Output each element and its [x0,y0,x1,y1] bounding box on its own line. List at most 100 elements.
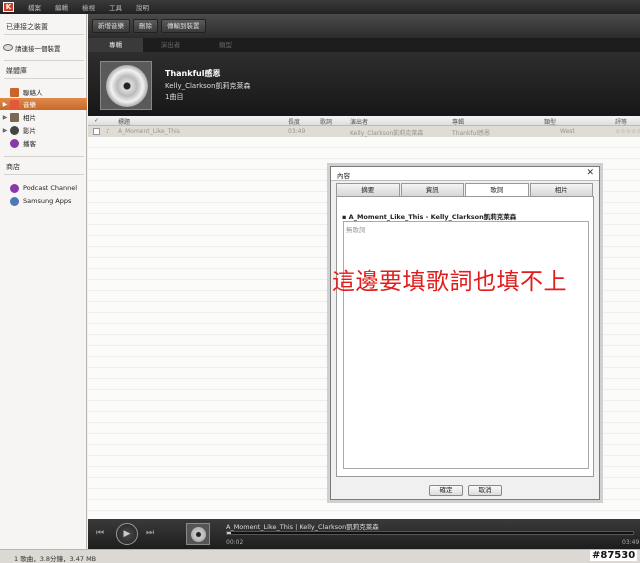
divider [4,60,84,61]
sidebar-item-videos[interactable]: ▶ 影片 [0,124,87,136]
sidebar-item-label: 影片 [23,127,36,135]
column-title[interactable]: 標題 [118,117,130,126]
divider [4,156,84,157]
current-time: 00:02 [226,539,244,546]
transfer-to-device-button[interactable]: 傳輸到裝置 [161,19,206,33]
tab-album[interactable]: 專輯 [88,38,143,52]
podcast-icon [10,138,19,148]
row-rating-stars[interactable]: ☆☆☆☆☆ [615,128,640,135]
track-table-header: ✓ 標題 長度 歌詞 演出者 專輯 類型 評等 [88,116,640,126]
menu-bar: K 檔案 編輯 檢視 工具 說明 [0,0,640,14]
column-album[interactable]: 專輯 [452,117,464,126]
menu-file[interactable]: 檔案 [28,2,41,12]
previous-icon[interactable]: ⏮ [96,528,104,538]
sidebar-item-photos[interactable]: ▶ 相片 [0,111,87,123]
sidebar-item-label: Podcast Channel [23,184,78,192]
progress-bar[interactable] [226,531,634,535]
lyrics-song-title: ▪ A_Moment_Like_This - Kelly_Clarkson凱莉克… [342,213,517,221]
now-playing-cover [186,523,210,545]
library-header: 媒體庫 [6,67,27,75]
album-title: Thankful感恩 [165,69,221,78]
toolbar: 新增音樂 刪除 傳輸到裝置 [88,14,640,38]
track-music-icon: ♪ [106,128,110,135]
next-icon[interactable]: ⏭ [146,528,154,538]
row-artist: Kelly_Clarkson凱莉克萊森 [350,130,424,137]
sidebar-item-music[interactable]: ▶ 音樂 [0,98,87,110]
menu-help[interactable]: 說明 [136,2,149,12]
connect-device-label: 請連接一個裝置 [15,45,61,53]
column-rating[interactable]: 評等 [615,117,627,126]
album-header: Thankful感恩 Kelly_Clarkson凱莉克萊森 1曲目 [88,52,640,116]
sidebar-item-label: 聯絡人 [23,89,43,97]
dialog-title: 內容 [337,172,350,180]
expand-arrow-icon[interactable]: ▶ [0,101,10,108]
connect-device-item[interactable]: 請連接一個裝置 [0,42,87,54]
store-header: 商店 [6,163,20,171]
cd-icon [190,527,206,542]
select-all-checkbox-icon[interactable]: ✓ [94,117,99,124]
cancel-button[interactable]: 取消 [468,485,502,496]
status-text: 1 歌曲，3.8分鐘，3.47 MB [14,555,97,563]
sidebar-item-label: 音樂 [23,101,36,109]
row-length: 03:49 [288,128,306,135]
column-genre[interactable]: 類型 [544,117,556,126]
sidebar: 已連接之裝置 請連接一個裝置 媒體庫 聯絡人 ▶ 音樂 ▶ 相片 ▶ 影片 播客… [0,14,87,549]
samsung-apps-icon [10,196,19,206]
connected-devices-header: 已連接之裝置 [6,23,48,31]
delete-button[interactable]: 刪除 [133,19,158,33]
album-cover [100,61,152,110]
menu-tools[interactable]: 工具 [109,2,122,12]
row-genre: West [560,128,575,135]
table-row[interactable]: ♪ A_Moment_Like_This 03:49 Kelly_Clarkso… [88,126,640,137]
tab-lyrics[interactable]: 歌詞 [465,183,529,196]
cd-icon [106,65,148,107]
annotation-text: 這邊要填歌詞也填不上 [332,269,567,295]
column-lyrics[interactable]: 歌詞 [320,117,332,126]
player-bar: ⏮ ▶ ⏭ A_Moment_Like_This | Kelly_Clarkso… [88,519,640,549]
divider [4,34,84,35]
app-logo-icon: K [3,2,14,12]
add-music-button[interactable]: 新增音樂 [92,19,130,33]
row-checkbox[interactable] [93,128,100,135]
sidebar-item-contacts[interactable]: 聯絡人 [0,86,87,98]
tab-info[interactable]: 資訊 [400,183,464,196]
tab-photos[interactable]: 相片 [529,183,593,196]
dialog-tabs: 摘要 資訊 歌詞 相片 [336,183,594,196]
play-button[interactable]: ▶ [116,523,138,545]
device-icon [0,43,13,53]
lyrics-textarea[interactable] [343,221,589,469]
total-time: 03:49 [622,539,640,546]
sidebar-item-podcasts[interactable]: 播客 [0,137,87,149]
dialog-body: ▪ A_Moment_Like_This - Kelly_Clarkson凱莉克… [336,196,594,477]
tab-genre[interactable]: 類型 [198,38,253,52]
sidebar-item-label: 相片 [23,114,36,122]
divider [4,78,84,79]
sidebar-item-podcast-channel[interactable]: Podcast Channel [0,182,87,194]
menu-edit[interactable]: 編輯 [55,2,68,12]
sidebar-item-samsung-apps[interactable]: Samsung Apps [0,195,87,207]
row-album: Thankful感恩 [452,130,491,137]
view-tabs: 專輯 演出者 類型 [88,38,640,52]
column-artist[interactable]: 演出者 [350,117,368,126]
sidebar-item-label: 播客 [23,140,36,148]
now-playing-text: A_Moment_Like_This | Kelly_Clarkson凱莉克萊森 [226,523,379,531]
watermark: #87530 [590,550,638,561]
tab-summary[interactable]: 摘要 [336,183,400,196]
music-icon [10,99,19,109]
status-bar: 1 歌曲，3.8分鐘，3.47 MB #87530 [0,549,640,563]
close-icon[interactable]: ✕ [586,168,594,178]
menu-view[interactable]: 檢視 [82,2,95,12]
divider [4,174,84,175]
sidebar-item-label: Samsung Apps [23,197,72,205]
album-artist: Kelly_Clarkson凱莉克萊森 [165,82,251,90]
properties-dialog: 內容 ✕ 摘要 資訊 歌詞 相片 ▪ A_Moment_Like_This - … [330,166,600,500]
dialog-title-bar: 內容 ✕ [331,167,599,181]
expand-arrow-icon[interactable]: ▶ [0,127,10,134]
tab-artist[interactable]: 演出者 [143,38,198,52]
progress-fill [227,532,232,534]
ok-button[interactable]: 確定 [429,485,463,496]
contacts-icon [10,87,19,97]
expand-arrow-icon[interactable]: ▶ [0,114,10,121]
column-length[interactable]: 長度 [288,117,300,126]
videos-icon [10,125,19,135]
